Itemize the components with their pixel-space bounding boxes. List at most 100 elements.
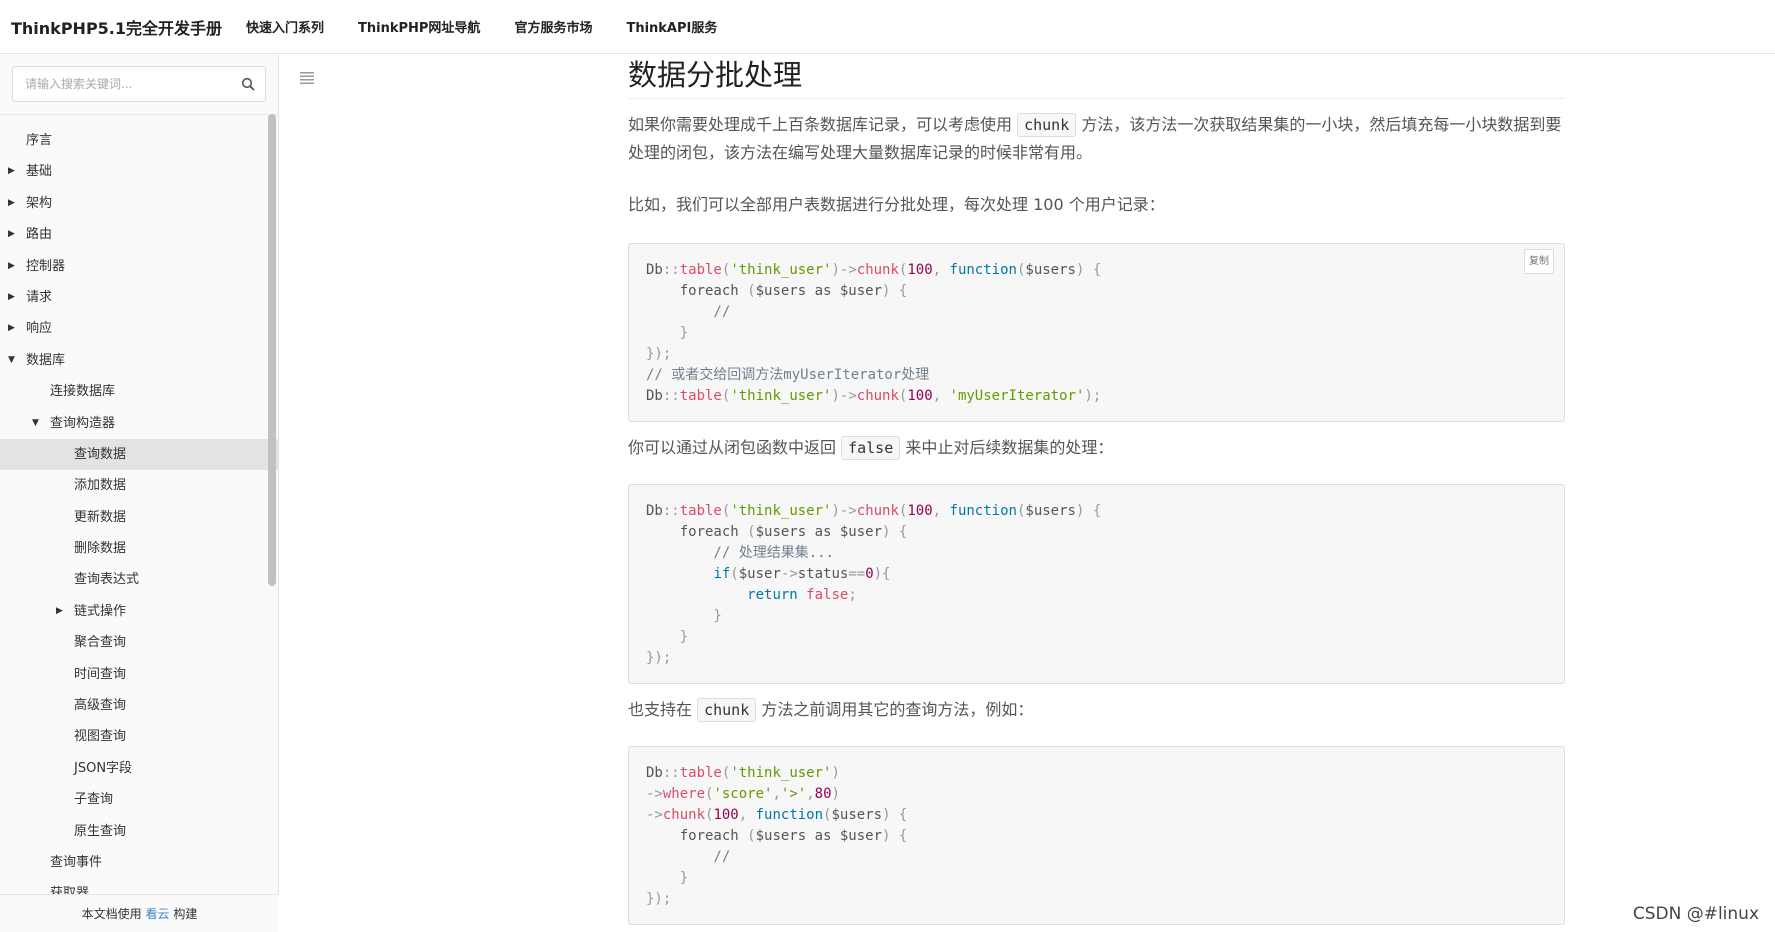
code-line: }); — [646, 650, 672, 666]
sidebar-item[interactable]: 添加数据 — [0, 470, 279, 501]
nav-link-thinkapi[interactable]: ThinkAPI服务 — [626, 17, 717, 36]
sidebar-item[interactable]: ▶ 基础 — [0, 156, 279, 187]
site-brand[interactable]: ThinkPHP5.1完全开发手册 — [11, 15, 246, 39]
footer-prefix: 本文档使用 — [81, 907, 146, 921]
sidebar-item[interactable]: 时间查询 — [0, 659, 279, 690]
article: 数据分批处理 如果你需要处理成千上百条数据库记录，可以考虑使用 chunk 方法… — [628, 54, 1565, 925]
sidebar-item-label: 连接数据库 — [50, 384, 116, 400]
sidebar-item-label: 链式操作 — [74, 603, 127, 619]
sidebar-item[interactable]: ▶ 控制器 — [0, 251, 279, 282]
intro-text-a: 如果你需要处理成千上百条数据库记录，可以考虑使用 — [628, 115, 1018, 134]
sidebar-item-label: 查询数据 — [74, 446, 127, 462]
code-line: } — [646, 870, 689, 886]
search-icon[interactable] — [241, 77, 255, 91]
code-line: foreach ($users as $user) { — [646, 828, 908, 844]
caret-down-icon[interactable]: ▼ — [8, 345, 15, 376]
sidebar-item-label: 架构 — [26, 195, 53, 211]
top-nav: 快速入门系列 ThinkPHP网址导航 官方服务市场 ThinkAPI服务 — [246, 17, 751, 36]
inline-code-false: false — [841, 436, 901, 460]
sidebar-item-label: 添加数据 — [74, 478, 127, 494]
sidebar-item[interactable]: ▼ 数据库 — [0, 345, 279, 376]
sidebar-item[interactable]: JSON字段 — [0, 753, 279, 784]
page-title: 数据分批处理 — [628, 56, 1565, 99]
code-line: // — [646, 304, 731, 320]
sidebar-item[interactable]: 高级查询 — [0, 690, 279, 721]
sidebar-item[interactable]: ▶ 响应 — [0, 313, 279, 344]
code-line: // 处理结果集... — [646, 545, 835, 561]
sidebar-item-label: 删除数据 — [74, 541, 127, 557]
code-line: Db::table('think_user')->chunk(100, func… — [646, 503, 1102, 519]
sidebar-item-label: 更新数据 — [74, 509, 127, 525]
sidebar-item[interactable]: 查询事件 — [0, 847, 279, 878]
sidebar-item[interactable]: ▶ 路由 — [0, 219, 279, 250]
code-block: Db::table('think_user') ->where('score',… — [628, 746, 1565, 925]
sidebar-item[interactable]: 更新数据 — [0, 502, 279, 533]
sidebar-item-label: 查询表达式 — [74, 572, 140, 588]
search-box — [12, 66, 266, 102]
sidebar-item[interactable]: 查询数据 — [0, 438, 279, 471]
caret-right-icon[interactable]: ▶ — [8, 251, 15, 282]
caret-down-icon[interactable]: ▼ — [32, 408, 39, 439]
inline-code-chunk: chunk — [1017, 113, 1077, 137]
sidebar-item-label: 序言 — [26, 133, 53, 148]
sidebar-item[interactable]: 删除数据 — [0, 533, 279, 564]
watermark: CSDN @#linux — [1632, 904, 1759, 924]
sidebar-item[interactable]: 查询表达式 — [0, 564, 279, 595]
nav-link-quickstart[interactable]: 快速入门系列 — [246, 17, 324, 36]
sidebar-item-label: 高级查询 — [74, 698, 127, 714]
abort-text-a: 你可以通过从闭包函数中返回 — [628, 438, 842, 457]
code-line: }); — [646, 346, 672, 362]
code-line: foreach ($users as $user) { — [646, 524, 908, 540]
paragraph-example: 比如，我们可以全部用户表数据进行分批处理，每次处理 100 个用户记录： — [628, 195, 1165, 214]
inline-code-chunk: chunk — [697, 698, 757, 722]
code-line: if($user->status==0){ — [713, 566, 891, 582]
chain-text-b: 方法之前调用其它的查询方法，例如： — [756, 700, 1034, 719]
nav-link-directory[interactable]: ThinkPHP网址导航 — [358, 17, 480, 36]
caret-right-icon[interactable]: ▶ — [8, 313, 15, 344]
caret-right-icon[interactable]: ▶ — [8, 156, 15, 187]
code-line: foreach ($users as $user) { — [646, 283, 908, 299]
sidebar-item[interactable]: ▶ 架构 — [0, 188, 279, 219]
caret-right-icon[interactable]: ▶ — [8, 188, 15, 219]
sidebar-item[interactable]: ▼ 查询构造器 — [0, 408, 279, 439]
sidebar-item-label: 响应 — [26, 321, 53, 337]
sidebar-item[interactable]: 聚合查询 — [0, 627, 279, 658]
caret-right-icon[interactable]: ▶ — [8, 282, 15, 313]
code-block: 复制Db::table('think_user')->chunk(100, fu… — [628, 243, 1565, 422]
sidebar-item[interactable]: ▶ 链式操作 — [0, 596, 279, 627]
menu-toggle-icon[interactable] — [300, 72, 314, 84]
sidebar-item[interactable]: 子查询 — [0, 784, 279, 815]
sidebar-item-label: 查询构造器 — [50, 415, 116, 431]
caret-right-icon[interactable]: ▶ — [56, 596, 63, 627]
sidebar-item-label: 子查询 — [74, 792, 114, 808]
code-line: // 或者交给回调方法myUserIterator处理 — [646, 367, 930, 383]
sidebar-scrollbar[interactable] — [268, 114, 276, 586]
code-line: Db::table('think_user')->chunk(100, func… — [646, 262, 1102, 278]
code-line: } — [646, 608, 722, 624]
copy-button[interactable]: 复制 — [1524, 249, 1554, 274]
sidebar-item-label: JSON字段 — [74, 760, 133, 776]
sidebar-item[interactable]: ▶ 请求 — [0, 282, 279, 313]
abort-text-b: 来中止对后续数据集的处理： — [900, 438, 1114, 457]
sidebar-item[interactable]: 获取器 — [0, 878, 279, 894]
sidebar-item[interactable]: 原生查询 — [0, 816, 279, 847]
caret-right-icon[interactable]: ▶ — [8, 219, 15, 250]
sidebar-item[interactable]: 序言 — [0, 125, 279, 156]
sidebar-item[interactable]: 连接数据库 — [0, 376, 279, 407]
search-input[interactable] — [25, 67, 235, 101]
sidebar-item-label: 路由 — [26, 227, 53, 243]
doc-tree: 序言 ▶ 基础 ▶ 架构 ▶ 路由 ▶ 控制器 ▶ 请求 ▶ 响应 ▼ 数据库 连接数据库 ▼ 查询构造器 查询数据… — [0, 114, 279, 894]
code-line: Db::table('think_user') — [646, 765, 840, 781]
code-block: Db::table('think_user')->chunk(100, func… — [628, 484, 1565, 684]
sidebar-item-label: 视图查询 — [74, 729, 127, 745]
sidebar-item[interactable]: 视图查询 — [0, 721, 279, 752]
nav-link-market[interactable]: 官方服务市场 — [514, 17, 592, 36]
sidebar-item-label: 基础 — [26, 164, 53, 180]
footer-link-kancloud[interactable]: 看云 — [145, 907, 169, 921]
paragraph-chain: 也支持在 chunk 方法之前调用其它的查询方法，例如： — [628, 696, 1565, 724]
paragraph-intro: 如果你需要处理成千上百条数据库记录，可以考虑使用 chunk 方法，该方法一次获… — [628, 111, 1565, 167]
sidebar-item-label: 数据库 — [26, 352, 66, 368]
code-line: Db::table('think_user')->chunk(100, 'myU… — [646, 388, 1102, 404]
paragraph-abort: 你可以通过从闭包函数中返回 false 来中止对后续数据集的处理： — [628, 434, 1565, 462]
top-navbar: ThinkPHP5.1完全开发手册 快速入门系列 ThinkPHP网址导航 官方… — [0, 0, 1775, 54]
